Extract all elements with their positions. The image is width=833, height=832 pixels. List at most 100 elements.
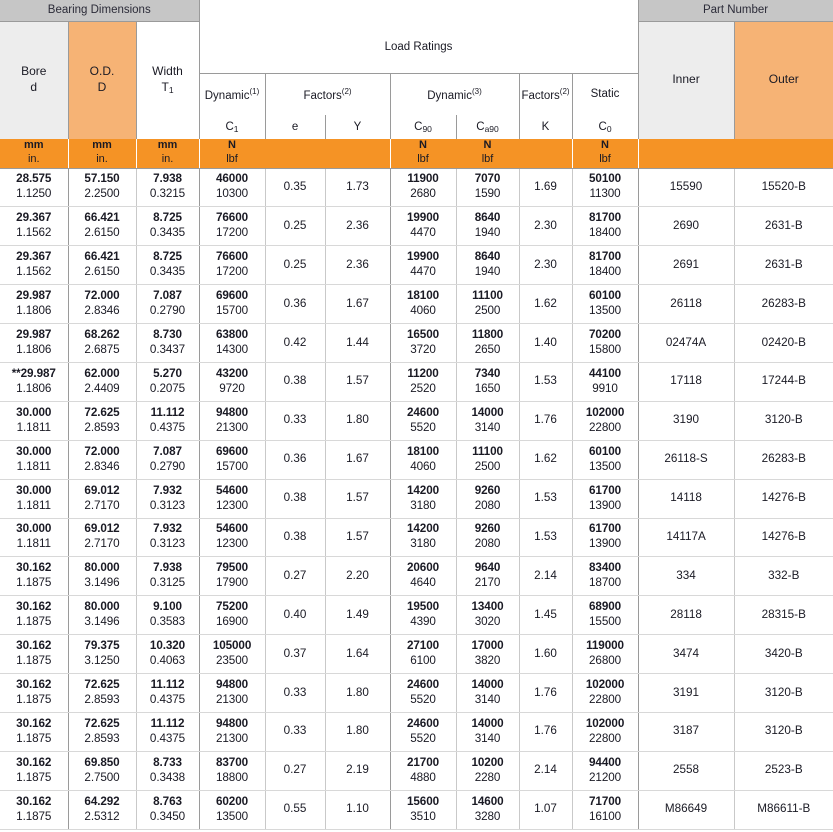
table-row: 30.000 1.1811 69.012 2.7170 7.932 0.3123 54600… — [0, 518, 833, 558]
value-imperial: 0.3435 — [149, 226, 186, 240]
group-spacer — [199, 0, 639, 21]
cell-c0-n: 61700 13900 — [572, 518, 639, 558]
cell-y: 1.49 — [325, 595, 391, 636]
bearing-specification-table: Bearing Dimensions Part Number Bore d O.… — [0, 0, 833, 830]
cell-w-mm: 11.112 0.4375 — [136, 712, 200, 752]
cell-e: 0.33 — [265, 673, 326, 713]
cell-outer: 2631-B — [734, 245, 833, 286]
cell-od-mm: 72.625 2.8593 — [68, 673, 137, 713]
cell-k: 1.53 — [519, 362, 573, 402]
cell-c0-n: 81700 18400 — [572, 245, 639, 286]
value-imperial: 2170 — [474, 576, 501, 590]
value-metric: 7340 — [474, 366, 501, 380]
value-metric: 19900 — [407, 211, 440, 225]
cell-bore-mm: 30.162 1.1875 — [0, 556, 69, 597]
value-imperial: 3.1496 — [84, 576, 120, 590]
cell-c0-n: 50100 11300 — [572, 168, 639, 208]
cell-ca90-n: 9640 2170 — [456, 556, 520, 597]
sym-y: Y — [325, 115, 391, 139]
cell-w-mm: 7.932 0.3123 — [136, 518, 200, 558]
value-imperial: 4470 — [410, 265, 436, 279]
value-metric: 8.733 — [153, 755, 182, 769]
cell-inner: 14117A — [638, 518, 735, 558]
value-imperial: 2.8346 — [84, 304, 120, 318]
value-imperial: 1.1875 — [16, 770, 52, 784]
units-c1-n: N — [228, 139, 236, 152]
cell-inner: 17118 — [638, 362, 735, 402]
col-head-width-label: Width — [152, 64, 183, 79]
value-metric: 102000 — [585, 716, 625, 730]
cell-c90-n: 14200 3180 — [390, 518, 457, 558]
value-imperial: 0.2790 — [149, 459, 186, 473]
value-imperial: 1.1811 — [16, 498, 51, 512]
table-row: 30.000 1.1811 72.000 2.8346 7.087 0.2790 69600… — [0, 440, 833, 480]
cell-c1-n: 94800 21300 — [199, 673, 266, 713]
cell-ca90-n: 11800 2650 — [456, 323, 520, 363]
value-imperial: 2.4409 — [84, 381, 120, 395]
cell-od-mm: 80.000 3.1496 — [68, 595, 137, 636]
value-imperial: 9910 — [592, 381, 618, 395]
value-imperial: 21300 — [216, 731, 249, 745]
value-metric: 30.162 — [16, 678, 52, 692]
value-metric: 83700 — [216, 755, 249, 769]
value-metric: 10200 — [471, 755, 504, 769]
value-metric: 11100 — [472, 289, 503, 303]
value-imperial: 2.7170 — [84, 537, 120, 551]
cell-k: 1.60 — [519, 634, 573, 675]
cell-inner: 15590 — [638, 168, 735, 208]
value-imperial: 2.6150 — [84, 265, 120, 279]
value-imperial: 3280 — [474, 809, 501, 823]
cell-ca90-n: 14600 3280 — [456, 790, 520, 830]
cell-k: 1.62 — [519, 284, 573, 325]
value-imperial: 1.1562 — [16, 226, 52, 240]
value-imperial: 0.2075 — [149, 381, 186, 395]
value-imperial: 21200 — [589, 770, 622, 784]
value-imperial: 26800 — [589, 654, 622, 668]
cell-od-mm: 69.850 2.7500 — [68, 751, 137, 791]
value-imperial: 0.4375 — [149, 693, 186, 707]
value-imperial: 1940 — [474, 265, 501, 279]
value-metric: 24600 — [407, 716, 440, 730]
value-metric: 71700 — [589, 794, 622, 808]
value-metric: 30.162 — [16, 561, 52, 575]
cell-y: 2.20 — [325, 556, 391, 597]
cell-k: 1.76 — [519, 673, 573, 713]
cell-y: 1.57 — [325, 362, 391, 402]
units-c90-lbf: lbf — [417, 153, 429, 166]
value-imperial: 4880 — [410, 770, 436, 784]
cell-y: 1.57 — [325, 518, 391, 558]
units-c90: N lbf — [390, 139, 457, 169]
value-imperial: 3.1496 — [84, 615, 120, 629]
value-metric: 7070 — [474, 172, 501, 186]
value-imperial: 3820 — [474, 654, 501, 668]
cell-bore-mm: 30.162 1.1875 — [0, 751, 69, 791]
value-metric: 102000 — [585, 405, 625, 419]
group-part-number: Part Number — [638, 0, 833, 22]
cell-inner: 3187 — [638, 712, 735, 752]
group-bearing-dimensions: Bearing Dimensions — [0, 0, 200, 22]
cell-y: 2.36 — [325, 206, 391, 247]
dynamic3-note: (3) — [471, 86, 482, 96]
cell-bore-mm: 29.367 1.1562 — [0, 245, 69, 286]
value-imperial: 2.7500 — [84, 770, 120, 784]
units-inner — [638, 139, 735, 169]
cell-bore-mm: 30.000 1.1811 — [0, 440, 69, 480]
cell-e: 0.27 — [265, 556, 326, 597]
value-metric: 57.150 — [84, 172, 120, 186]
sym-c1-sub: 1 — [233, 124, 239, 134]
value-metric: 14000 — [471, 405, 504, 419]
cell-e: 0.35 — [265, 168, 326, 208]
value-metric: 11100 — [472, 444, 503, 458]
value-metric: 9.100 — [153, 600, 182, 614]
value-metric: 8.730 — [153, 328, 182, 342]
cell-ca90-n: 11100 2500 — [456, 440, 520, 480]
value-imperial: 1.1811 — [16, 459, 51, 473]
cell-inner: 3474 — [638, 634, 735, 675]
cell-y: 1.67 — [325, 284, 391, 325]
units-bore: mm in. — [0, 139, 69, 169]
cell-c1-n: 76600 17200 — [199, 245, 266, 286]
cell-bore-mm: 30.000 1.1811 — [0, 401, 69, 441]
value-metric: 11.112 — [150, 678, 185, 692]
value-metric: 7.932 — [153, 522, 182, 536]
cell-c1-n: 105000 23500 — [199, 634, 266, 675]
